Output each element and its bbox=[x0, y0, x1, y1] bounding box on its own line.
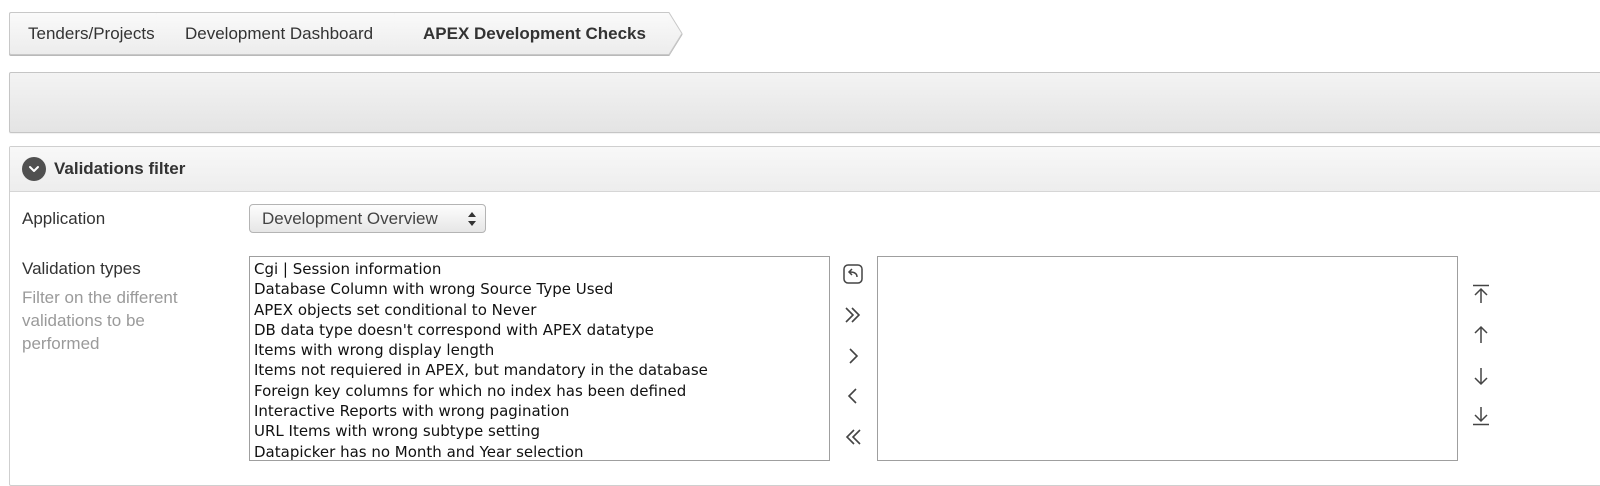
breadcrumb-item-development-dashboard[interactable]: Development Dashboard bbox=[157, 12, 409, 55]
list-item[interactable]: Interactive Reports with wrong paginatio… bbox=[254, 401, 825, 421]
breadcrumb-label: APEX Development Checks bbox=[423, 23, 646, 43]
move-all-button[interactable] bbox=[840, 302, 866, 328]
select-arrows-icon bbox=[468, 212, 476, 226]
validation-types-help-text: Filter on the different validations to b… bbox=[22, 288, 178, 353]
list-item[interactable]: URL Items with wrong subtype setting bbox=[254, 421, 825, 441]
list-item[interactable]: Database Column with wrong Source Type U… bbox=[254, 279, 825, 299]
list-item[interactable]: Items not requiered in APEX, but mandato… bbox=[254, 360, 825, 380]
move-button[interactable] bbox=[840, 343, 866, 369]
reset-button[interactable] bbox=[840, 261, 866, 287]
available-validations-list[interactable]: Cgi | Session information Database Colum… bbox=[249, 256, 830, 461]
list-item[interactable]: DB data type doesn't correspond with APE… bbox=[254, 320, 825, 340]
chevron-down-circle-icon[interactable] bbox=[22, 157, 46, 181]
region-title: Validations filter bbox=[54, 159, 186, 178]
list-item[interactable]: Items with wrong display length bbox=[254, 340, 825, 360]
move-bottom-button[interactable] bbox=[1468, 403, 1494, 429]
validation-types-label: Validation types bbox=[22, 259, 141, 278]
remove-all-button[interactable] bbox=[840, 424, 866, 450]
chevron-right-icon bbox=[849, 348, 859, 364]
breadcrumb: Tenders/Projects Development Dashboard A… bbox=[9, 12, 683, 55]
breadcrumb-separator-icon bbox=[667, 12, 683, 55]
application-select-value: Development Overview bbox=[262, 208, 438, 228]
chevron-left-icon bbox=[847, 388, 857, 404]
arrow-to-top-icon bbox=[1473, 284, 1489, 303]
list-item[interactable]: Datapicker has no Month and Year selecti… bbox=[254, 442, 825, 460]
move-up-button[interactable] bbox=[1468, 322, 1494, 348]
undo-icon bbox=[843, 264, 863, 284]
region-header: Validations filter bbox=[10, 147, 1600, 192]
application-select[interactable]: Development Overview bbox=[249, 204, 486, 233]
breadcrumb-item-apex-development-checks: APEX Development Checks bbox=[395, 12, 683, 55]
list-item[interactable]: Cgi | Session information bbox=[254, 259, 825, 279]
arrow-up-icon bbox=[1474, 325, 1488, 343]
arrow-to-bottom-icon bbox=[1473, 407, 1489, 426]
remove-button[interactable] bbox=[840, 383, 866, 409]
breadcrumb-label: Tenders/Projects bbox=[28, 23, 155, 43]
selected-validations-list[interactable] bbox=[877, 256, 1458, 461]
move-down-button[interactable] bbox=[1468, 363, 1494, 389]
validations-filter-region: Validations filter Application Developme… bbox=[9, 146, 1600, 486]
list-item[interactable]: APEX objects set conditional to Never bbox=[254, 300, 825, 320]
breadcrumb-label: Development Dashboard bbox=[185, 23, 374, 43]
button-region-bar bbox=[9, 72, 1600, 133]
arrow-down-icon bbox=[1474, 368, 1488, 386]
application-label: Application bbox=[22, 209, 106, 228]
double-chevron-right-icon bbox=[845, 307, 861, 323]
double-chevron-left-icon bbox=[845, 429, 861, 445]
move-top-button[interactable] bbox=[1468, 281, 1494, 307]
breadcrumb-item-tenders-projects[interactable]: Tenders/Projects bbox=[9, 12, 171, 55]
list-item[interactable]: Foreign key columns for which no index h… bbox=[254, 381, 825, 401]
